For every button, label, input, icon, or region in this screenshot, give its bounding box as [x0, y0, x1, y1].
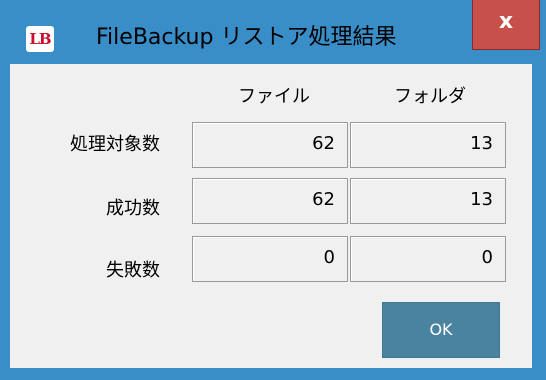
value-text: 0: [323, 247, 335, 268]
close-icon: x: [498, 9, 514, 34]
folder-success-count-field: 13: [350, 178, 506, 224]
window-title: FileBackup リストア処理結果: [96, 25, 397, 50]
column-header-file: ファイル: [238, 86, 310, 107]
value-text: 13: [470, 189, 493, 210]
value-text: 62: [312, 133, 335, 154]
close-button[interactable]: x: [472, 0, 540, 50]
folder-target-count-field: 13: [350, 122, 506, 168]
value-text: 13: [470, 133, 493, 154]
value-text: 0: [481, 247, 493, 268]
title-bar[interactable]: LB FileBackup リストア処理結果 x: [0, 0, 546, 64]
folder-failure-count-field: 0: [350, 236, 506, 282]
column-header-folder: フォルダ: [394, 86, 466, 107]
file-success-count-field: 62: [192, 178, 348, 224]
lb-app-icon: LB: [26, 26, 54, 52]
file-target-count-field: 62: [192, 122, 348, 168]
ok-button[interactable]: OK: [382, 302, 500, 358]
value-text: 62: [312, 189, 335, 210]
file-failure-count-field: 0: [192, 236, 348, 282]
row-label-failure-count: 失敗数: [106, 260, 160, 281]
dialog-window: LB FileBackup リストア処理結果 x ファイル フォルダ 処理対象数…: [0, 0, 546, 380]
dialog-content: ファイル フォルダ 処理対象数 62 13 成功数 62 13 失敗数 0 0 …: [10, 64, 532, 368]
row-label-target-count: 処理対象数: [70, 134, 160, 155]
row-label-success-count: 成功数: [106, 198, 160, 219]
